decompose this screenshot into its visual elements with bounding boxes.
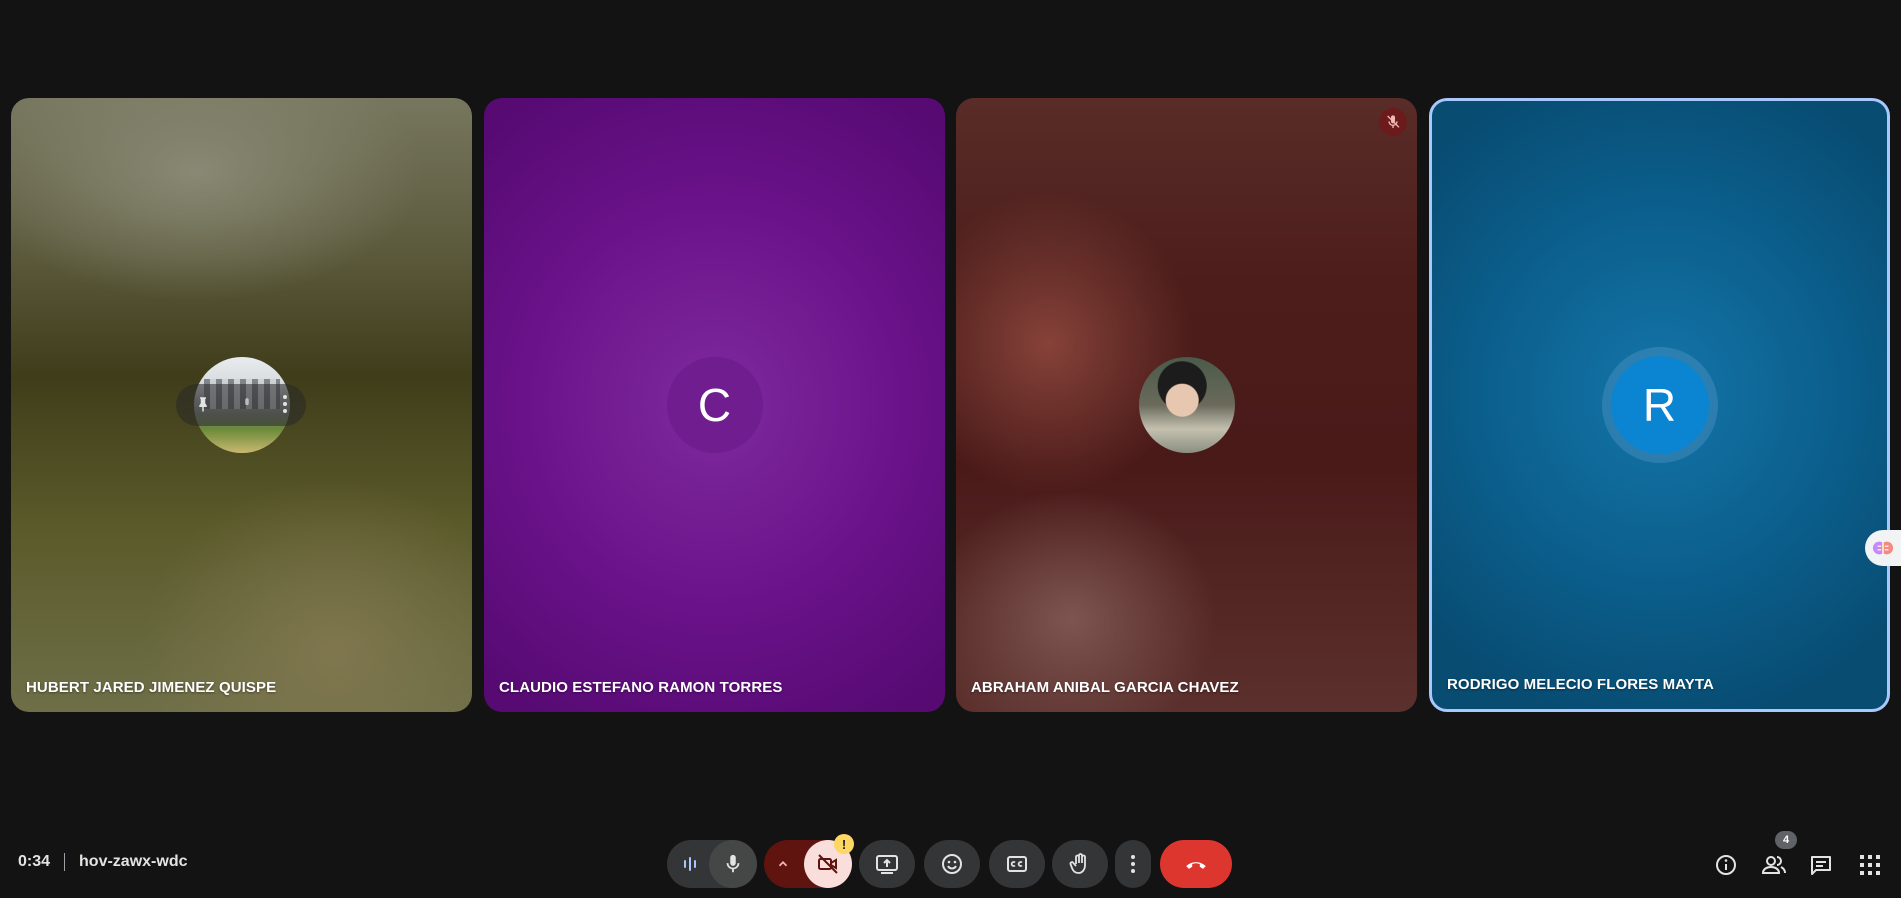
microphone-control-group	[667, 840, 757, 888]
call-controls: !	[0, 834, 1901, 888]
participant-name: HUBERT JARED JIMENEZ QUISPE	[26, 679, 277, 696]
participant-tile-3[interactable]: ABRAHAM ANIBAL GARCIA CHAVEZ	[956, 98, 1417, 712]
activities-button[interactable]	[1856, 851, 1884, 879]
chevron-up-icon[interactable]	[776, 857, 790, 871]
end-call-button[interactable]	[1160, 840, 1232, 888]
more-options-icon	[1131, 855, 1135, 873]
people-count-badge: 4	[1775, 831, 1797, 849]
participant-name: CLAUDIO ESTEFANO RAMON TORRES	[499, 679, 783, 696]
emoji-icon	[942, 854, 962, 874]
more-options-button[interactable]	[1115, 840, 1151, 888]
meeting-details-button[interactable]	[1712, 851, 1740, 879]
audio-level-icon	[681, 855, 699, 873]
participant-tile-1[interactable]: HUBERT JARED JIMENEZ QUISPE	[11, 98, 472, 712]
reactions-button[interactable]	[924, 840, 980, 888]
mute-participant-icon[interactable]	[240, 395, 254, 416]
captions-button[interactable]	[989, 840, 1045, 888]
participant-avatar: R	[1610, 356, 1709, 454]
more-options-icon[interactable]	[282, 394, 288, 417]
captions-icon	[1007, 856, 1027, 872]
participant-avatar	[1138, 357, 1235, 453]
pin-icon[interactable]	[194, 395, 212, 416]
participant-name: RODRIGO MELECIO FLORES MAYTA	[1447, 676, 1714, 693]
participant-name: ABRAHAM ANIBAL GARCIA CHAVEZ	[971, 679, 1239, 696]
participant-tile-2[interactable]: C CLAUDIO ESTEFANO RAMON TORRES	[484, 98, 945, 712]
microphone-icon	[726, 854, 740, 873]
present-screen-button[interactable]	[859, 840, 915, 888]
tile-hover-controls	[176, 384, 306, 426]
camera-off-icon	[818, 854, 838, 874]
raise-hand-button[interactable]	[1052, 840, 1108, 888]
apps-icon	[1860, 855, 1880, 875]
brain-icon	[1872, 541, 1894, 555]
present-screen-icon	[876, 855, 898, 874]
participant-tile-4-active-speaker[interactable]: R RODRIGO MELECIO FLORES MAYTA	[1429, 98, 1890, 712]
end-call-icon	[1186, 862, 1206, 869]
camera-warning-badge: !	[834, 834, 854, 854]
extension-side-tab[interactable]	[1865, 530, 1901, 566]
people-icon	[1761, 856, 1786, 874]
meet-call-screen: HUBERT JARED JIMENEZ QUISPE C CLAUDIO ES…	[0, 0, 1901, 898]
chat-icon	[1811, 856, 1831, 875]
microphone-button[interactable]	[709, 840, 757, 888]
info-icon	[1716, 855, 1736, 875]
participant-avatar: C	[666, 357, 763, 453]
chat-button[interactable]	[1807, 851, 1835, 879]
people-button[interactable]	[1760, 851, 1788, 879]
raise-hand-icon	[1069, 853, 1086, 874]
mic-off-icon	[1379, 108, 1407, 136]
